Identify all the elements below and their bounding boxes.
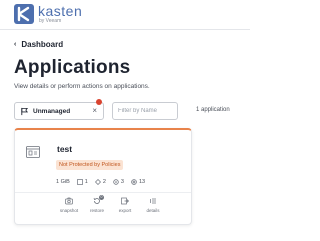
workload-icon	[94, 179, 101, 185]
logo-name: kasten	[38, 3, 83, 19]
details-label: details	[146, 208, 160, 213]
filter-chip-unmanaged[interactable]: Unmanaged ×	[14, 102, 104, 120]
volume-icon	[76, 179, 83, 185]
stat-resources-value: 3	[120, 179, 124, 185]
export-button[interactable]: export	[111, 197, 139, 213]
result-count: 1 application	[196, 107, 230, 113]
snapshot-button[interactable]: snapshot	[55, 197, 83, 213]
target-icon	[131, 179, 137, 185]
breadcrumb-dashboard[interactable]: ‹ Dashboard	[14, 40, 63, 49]
top-bar: kasten by Veeam	[0, 0, 250, 30]
export-label: export	[118, 208, 132, 213]
stat-resources: 3	[113, 179, 124, 185]
chevron-left-icon: ‹	[14, 41, 17, 48]
details-icon	[150, 198, 156, 204]
export-icon	[121, 197, 129, 205]
stat-workloads: 2	[94, 179, 106, 185]
kasten-logo[interactable]: kasten by Veeam	[14, 4, 82, 24]
application-name[interactable]: test	[57, 144, 72, 154]
card-actions: snapshot 0 restore export details	[55, 195, 167, 213]
status-badge: Not Protected by Policies	[56, 160, 124, 170]
restore-button[interactable]: 0 restore	[83, 195, 111, 213]
breadcrumb-label: Dashboard	[21, 40, 64, 49]
stat-size: 1 GiB	[56, 179, 70, 185]
gear-icon	[113, 179, 119, 185]
kasten-logo-icon	[14, 4, 34, 24]
page-description: View details or perform actions on appli…	[14, 83, 150, 90]
restore-label: restore	[89, 208, 104, 213]
flag-icon	[21, 107, 29, 115]
application-icon	[26, 146, 40, 158]
application-stats: 1 GiB 1 2 3 13	[56, 179, 152, 185]
notification-dot	[96, 99, 102, 105]
close-icon[interactable]: ×	[92, 106, 97, 115]
camera-icon	[65, 197, 73, 205]
stat-size-value: 1 GiB	[56, 179, 70, 185]
stat-workloads-value: 2	[102, 179, 106, 185]
restore-count-badge: 0	[99, 195, 104, 200]
page-title: Applications	[14, 57, 131, 78]
stat-storage: 1	[76, 179, 88, 185]
details-button[interactable]: details	[139, 197, 167, 213]
stat-config-value: 13	[138, 179, 146, 185]
stat-config: 13	[131, 179, 145, 185]
card-divider	[15, 192, 191, 193]
snapshot-label: snapshot	[59, 208, 79, 213]
application-card[interactable]: test Not Protected by Policies 1 GiB 1 2…	[14, 128, 192, 225]
filter-chip-label: Unmanaged	[33, 107, 71, 115]
filter-by-name-input[interactable]	[112, 102, 178, 120]
logo-subtitle: by Veeam	[39, 18, 62, 24]
stat-storage-value: 1	[84, 179, 88, 185]
